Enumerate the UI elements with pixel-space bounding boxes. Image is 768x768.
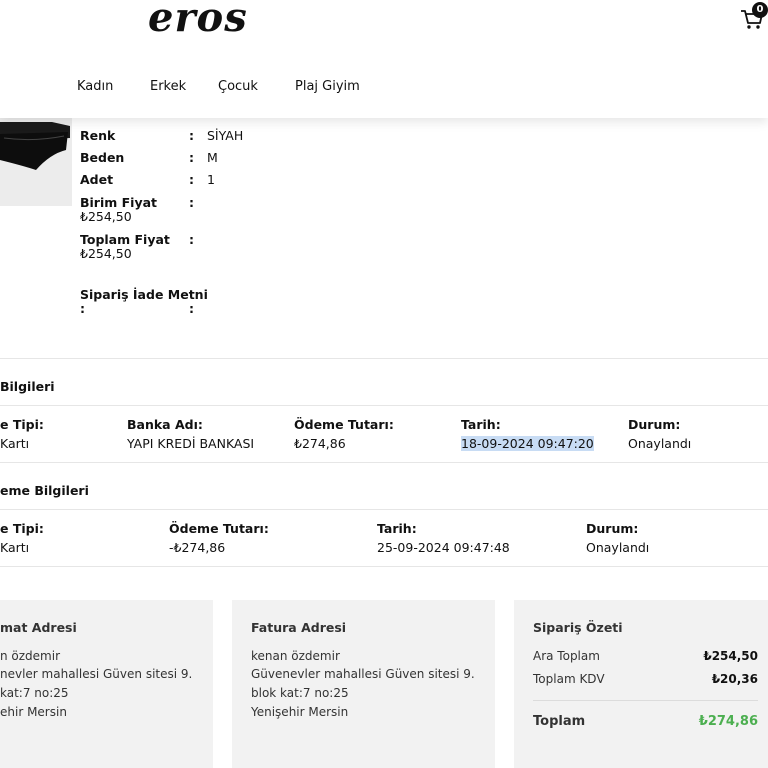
shipping-address-line: n özdemir [0, 649, 61, 663]
detail-label-quantity: Adet [80, 172, 114, 187]
shipping-address-line: kat:7 no:25 [0, 686, 69, 700]
tax-value: ₺20,36 [711, 672, 758, 686]
detail-colon: : [189, 301, 194, 316]
total-label: Toplam [533, 714, 586, 729]
detail-value-size: M [207, 150, 218, 165]
order-summary-card: Sipariş Özeti Ara Toplam ₺254,50 Toplam … [514, 600, 768, 768]
refund-status-value: Onaylandı [586, 540, 650, 555]
refund-type-header: e Tipi: [0, 521, 44, 536]
refund-date-value: 25-09-2024 09:47:48 [377, 540, 510, 555]
detail-value-total-price: ₺254,50 [80, 246, 132, 261]
brand-logo[interactable]: eros [148, 0, 248, 41]
divider [0, 358, 768, 359]
summary-divider [533, 700, 758, 701]
refund-amount-header: Ödeme Tutarı: [169, 521, 269, 536]
refund-status-header: Durum: [586, 521, 639, 536]
nav-item-erkek[interactable]: Erkek [150, 79, 186, 94]
shipping-address-card: mat Adresi n özdemir nevler mahallesi Gü… [0, 600, 213, 768]
payment-amount-value: ₺274,86 [294, 436, 346, 451]
bank-name-header: Banka Adı: [127, 417, 203, 432]
detail-colon: : [189, 128, 194, 143]
detail-label-return-text: Sipariş İade Metni [80, 287, 208, 302]
detail-label-size: Beden [80, 150, 125, 165]
detail-label-unit-price: Birim Fiyat [80, 195, 158, 210]
billing-address-title: Fatura Adresi [251, 620, 347, 635]
payment-type-value: Kartı [0, 436, 30, 451]
payment-status-value: Onaylandı [628, 436, 692, 451]
refund-type-value: Kartı [0, 540, 30, 555]
billing-address-line: kenan özdemir [251, 649, 340, 663]
payment-date-header: Tarih: [461, 417, 501, 432]
detail-label-total-price: Toplam Fiyat [80, 232, 170, 247]
detail-colon: : [189, 172, 194, 187]
nav-item-plaj-giyim[interactable]: Plaj Giyim [295, 79, 360, 94]
site-header: eros 0 Kadın Erkek Çocuk Plaj Giyim [0, 0, 768, 118]
divider [0, 462, 768, 463]
payment-info-title: Bilgileri [0, 379, 55, 394]
shipping-address-line: nevler mahallesi Güven sitesi 9. [0, 667, 193, 681]
divider [0, 405, 768, 406]
detail-return-colon: : [80, 301, 85, 316]
nav-item-kadin[interactable]: Kadın [77, 79, 113, 94]
refund-amount-value: -₺274,86 [169, 540, 226, 555]
payment-date-value[interactable]: 18-09-2024 09:47:20 [461, 436, 594, 451]
cart-count-badge: 0 [752, 2, 768, 18]
detail-colon: : [189, 232, 194, 247]
billing-address-line: blok kat:7 no:25 [251, 686, 349, 700]
order-summary-title: Sipariş Özeti [533, 620, 623, 635]
detail-value-color: SİYAH [207, 128, 244, 143]
tax-label: Toplam KDV [533, 672, 605, 686]
refund-date-header: Tarih: [377, 521, 417, 536]
nav-item-cocuk[interactable]: Çocuk [218, 79, 258, 94]
subtotal-label: Ara Toplam [533, 649, 600, 663]
payment-amount-header: Ödeme Tutarı: [294, 417, 394, 432]
bank-name-value: YAPI KREDİ BANKASI [127, 436, 255, 451]
divider [0, 566, 768, 567]
shipping-address-line: ehir Mersin [0, 705, 67, 719]
billing-address-card: Fatura Adresi kenan özdemir Güvenevler m… [232, 600, 495, 768]
detail-value-unit-price: ₺254,50 [80, 209, 132, 224]
divider [0, 509, 768, 510]
billing-address-line: Güvenevler mahallesi Güven sitesi 9. [251, 667, 475, 681]
detail-value-quantity: 1 [207, 172, 215, 187]
refund-info-title: eme Bilgileri [0, 483, 89, 498]
billing-address-line: Yenişehir Mersin [251, 705, 349, 719]
product-image [0, 118, 72, 206]
payment-type-header: e Tipi: [0, 417, 44, 432]
shipping-address-title: mat Adresi [0, 620, 77, 635]
subtotal-value: ₺254,50 [703, 649, 758, 663]
detail-colon: : [189, 150, 194, 165]
detail-colon: : [189, 195, 194, 210]
detail-label-color: Renk [80, 128, 116, 143]
payment-status-header: Durum: [628, 417, 681, 432]
total-value: ₺274,86 [698, 714, 758, 729]
